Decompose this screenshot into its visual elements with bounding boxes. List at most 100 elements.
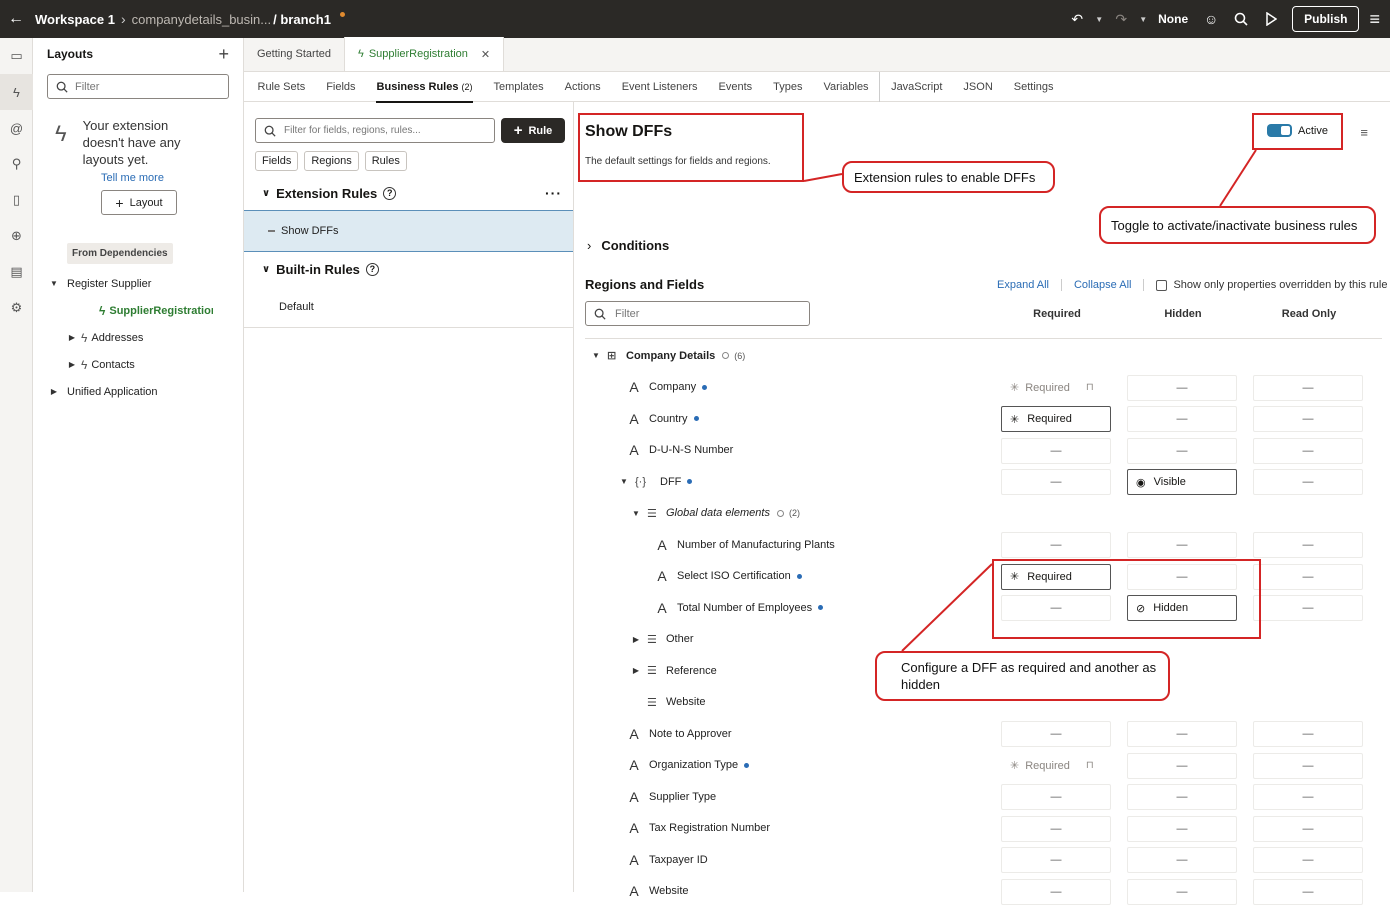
document-icon[interactable]: ▤: [0, 254, 33, 290]
tab-settings[interactable]: Settings: [1003, 72, 1064, 102]
tab-actions[interactable]: Actions: [554, 72, 611, 102]
wrench-icon[interactable]: ⚲: [0, 146, 33, 182]
undo-icon[interactable]: ↶: [1066, 8, 1088, 30]
required-cell[interactable]: —: [1001, 469, 1111, 495]
hidden-cell[interactable]: —: [1127, 752, 1237, 779]
overridden-checkbox[interactable]: [1156, 279, 1168, 291]
bookmark-icon[interactable]: ▯: [0, 182, 33, 218]
caret-down-icon[interactable]: ▼: [631, 509, 641, 518]
back-arrow-icon[interactable]: ←: [4, 10, 28, 28]
tab-json[interactable]: JSON: [953, 72, 1003, 102]
tab-event-listeners[interactable]: Event Listeners: [611, 72, 708, 102]
drag-handle-icon[interactable]: [268, 230, 275, 232]
chip-rules[interactable]: Rules: [364, 151, 407, 171]
breadcrumb-project[interactable]: companydetails_busin...: [132, 12, 271, 27]
layouts-tree-item[interactable]: ▶ ϟ Addresses: [33, 324, 243, 351]
caret-right-icon[interactable]: ▶: [631, 635, 641, 644]
readonly-cell[interactable]: —: [1253, 532, 1363, 558]
expand-all-link[interactable]: Expand All: [997, 279, 1049, 291]
grid-row[interactable]: A D-U-N-S Number — — —: [585, 435, 1382, 466]
readonly-cell[interactable]: —: [1253, 563, 1363, 590]
required-cell[interactable]: —: [1001, 815, 1111, 842]
tools-icon[interactable]: ⚙: [0, 290, 33, 326]
undo-menu-chevron-icon[interactable]: ▼: [1095, 15, 1103, 24]
grid-row[interactable]: A Country ✳ Required — —: [585, 403, 1382, 434]
required-cell[interactable]: ✳ Required: [1001, 406, 1111, 432]
grid-row[interactable]: ▼ ☰ Global data elements (2): [585, 498, 1382, 529]
hidden-cell[interactable]: —: [1127, 815, 1237, 842]
hidden-cell[interactable]: —: [1127, 437, 1237, 464]
readonly-cell[interactable]: —: [1253, 847, 1363, 873]
redo-icon[interactable]: ↷: [1110, 8, 1132, 30]
required-cell[interactable]: —: [1001, 721, 1111, 747]
layouts-tree-item[interactable]: ▶ ϟ Contacts: [33, 351, 243, 378]
layouts-tree-item[interactable]: ▼ Register Supplier: [33, 270, 243, 297]
required-cell[interactable]: —: [1001, 532, 1111, 558]
readonly-cell[interactable]: —: [1253, 595, 1363, 621]
help-icon[interactable]: ?: [365, 262, 379, 276]
breadcrumb-workspace[interactable]: Workspace 1: [35, 12, 115, 27]
readonly-cell[interactable]: —: [1253, 406, 1363, 432]
layouts-filter-input[interactable]: Filter: [47, 74, 229, 99]
caret-right-icon[interactable]: ▶: [67, 333, 77, 342]
tab-getting-started[interactable]: Getting Started: [244, 37, 345, 71]
caret-right-icon[interactable]: ▶: [49, 387, 59, 396]
grid-row[interactable]: A Select ISO Certification ✳ Required — —: [585, 561, 1382, 592]
hidden-cell[interactable]: —: [1127, 784, 1237, 810]
rule-default[interactable]: Default: [244, 286, 573, 328]
hamburger-menu-icon[interactable]: ≡: [1369, 9, 1380, 30]
bolt-icon[interactable]: ϟ: [0, 74, 33, 110]
at-icon[interactable]: @: [0, 110, 33, 146]
hidden-cell[interactable]: —: [1127, 721, 1237, 747]
monitor-icon[interactable]: ▭: [0, 38, 33, 74]
layouts-tree-item[interactable]: ▶ Unified Application: [33, 378, 243, 405]
tab-supplier-registration[interactable]: ϟ SupplierRegistration ✕: [345, 37, 505, 71]
tell-me-more-link[interactable]: Tell me more: [101, 172, 243, 184]
readonly-cell[interactable]: —: [1253, 469, 1363, 495]
required-cell[interactable]: —: [1001, 847, 1111, 873]
caret-down-icon[interactable]: ▼: [591, 351, 601, 360]
readonly-cell[interactable]: —: [1253, 437, 1363, 464]
grid-row[interactable]: A Taxpayer ID — — —: [585, 844, 1382, 875]
hidden-cell[interactable]: —: [1127, 374, 1237, 401]
conditions-section[interactable]: › Conditions: [587, 238, 669, 253]
add-layout-icon[interactable]: +: [218, 44, 229, 65]
readonly-cell[interactable]: —: [1253, 784, 1363, 810]
search-icon[interactable]: [1230, 8, 1252, 30]
grid-row[interactable]: A Organization Type ✳ Required ⊓ — —: [585, 750, 1382, 781]
builtin-rules-header[interactable]: ∨ Built-in Rules ?: [244, 252, 573, 286]
play-icon[interactable]: [1260, 8, 1282, 30]
tab-events[interactable]: Events: [708, 72, 763, 102]
smiley-icon[interactable]: ☺: [1200, 8, 1222, 30]
more-options-icon[interactable]: ···: [545, 185, 562, 201]
caret-right-icon[interactable]: ▶: [67, 360, 77, 369]
tab-javascript[interactable]: JavaScript: [879, 71, 953, 102]
chip-fields[interactable]: Fields: [255, 151, 299, 171]
tab-templates[interactable]: Templates: [483, 72, 554, 102]
grid-row[interactable]: A Note to Approver — — —: [585, 718, 1382, 749]
readonly-cell[interactable]: —: [1253, 721, 1363, 747]
tab-fields[interactable]: Fields: [316, 72, 366, 102]
grid-row[interactable]: A Number of Manufacturing Plants — — —: [585, 529, 1382, 560]
readonly-cell[interactable]: —: [1253, 374, 1363, 401]
caret-down-icon[interactable]: ▼: [619, 477, 629, 486]
grid-row[interactable]: ▼ {·} DFF — ◉ Visible —: [585, 466, 1382, 497]
close-icon[interactable]: ✕: [481, 48, 490, 61]
add-rule-button[interactable]: + Rule: [501, 118, 565, 143]
tab-types[interactable]: Types: [763, 72, 813, 102]
grid-row[interactable]: ▼ ⊞ Company Details (6): [585, 340, 1382, 371]
help-icon[interactable]: ?: [383, 186, 397, 200]
hidden-cell[interactable]: —: [1127, 847, 1237, 873]
caret-down-icon[interactable]: ▼: [49, 279, 59, 288]
redo-menu-chevron-icon[interactable]: ▼: [1139, 15, 1147, 24]
hidden-cell[interactable]: —: [1127, 532, 1237, 558]
grid-row[interactable]: A Company ✳ Required ⊓ — —: [585, 372, 1382, 403]
grid-row[interactable]: ▶ ☰ Other: [585, 624, 1382, 655]
layouts-tree-item[interactable]: ϟ SupplierRegistration: [33, 297, 243, 324]
chip-regions[interactable]: Regions: [304, 151, 359, 171]
fields-filter-input[interactable]: Filter: [585, 301, 810, 326]
rule-show-dffs[interactable]: Show DFFs: [244, 210, 573, 252]
publish-button[interactable]: Publish: [1292, 6, 1360, 32]
extension-rules-header[interactable]: ∨ Extension Rules ? ···: [244, 176, 573, 210]
collapse-all-link[interactable]: Collapse All: [1074, 279, 1131, 291]
